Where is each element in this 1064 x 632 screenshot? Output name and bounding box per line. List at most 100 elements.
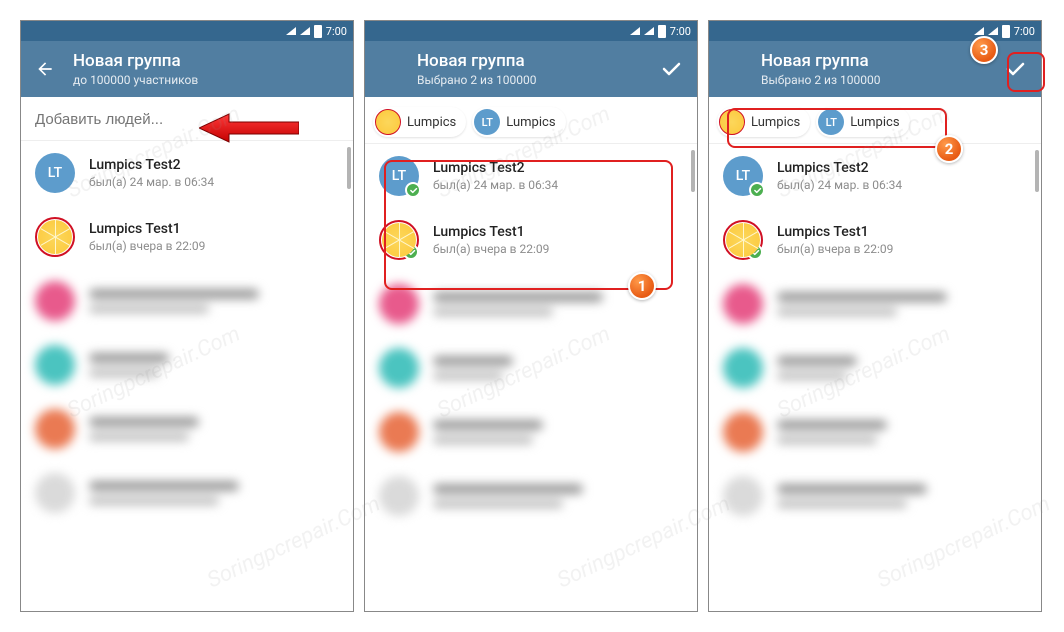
contact-chip[interactable]: Lumpics	[717, 107, 810, 137]
phone-screen: 7:00 Новая группа Выбрано 2 из 100000 Lumpi…	[708, 20, 1042, 612]
contact-item-blurred[interactable]	[365, 400, 697, 464]
header-subtitle: Выбрано 2 из 100000	[417, 73, 659, 87]
contact-name: Lumpics Test1	[89, 221, 339, 237]
avatar-initials: LT	[723, 156, 763, 196]
contact-item[interactable]: LT Lumpics Test2 был(а) 24 мар. в 06:34	[709, 144, 1041, 208]
contact-item-blurred[interactable]	[21, 461, 353, 525]
contact-list[interactable]: LT Lumpics Test2 был(а) 24 мар. в 06:34 Lum…	[709, 144, 1041, 611]
contact-item[interactable]: Lumpics Test1 был(а) вчера в 22:09	[21, 205, 353, 269]
clock: 7:00	[1014, 25, 1035, 38]
step-badge-2: 2	[935, 135, 963, 163]
contact-item[interactable]: LT Lumpics Test2 был(а) 24 мар. в 06:34	[21, 141, 353, 205]
contact-list[interactable]: LT Lumpics Test2 был(а) 24 мар. в 06:34 Lum…	[21, 141, 353, 611]
contact-status: был(а) 24 мар. в 06:34	[89, 175, 339, 189]
contact-list[interactable]: LT Lumpics Test2 был(а) 24 мар. в 06:34 Lum…	[365, 144, 697, 611]
chip-avatar-citrus-icon	[719, 109, 745, 135]
contact-item[interactable]: Lumpics Test1 был(а) вчера в 22:09	[365, 208, 697, 272]
avatar-initials: LT	[379, 156, 419, 196]
chip-label: Lumpics	[506, 115, 555, 130]
step-badge-1: 1	[628, 272, 656, 300]
scrollbar-thumb[interactable]	[1035, 150, 1039, 192]
app-header: Новая группа Выбрано 2 из 100000	[365, 41, 697, 97]
contact-status: был(а) 24 мар. в 06:34	[433, 178, 683, 192]
contact-status: был(а) 24 мар. в 06:34	[777, 178, 1027, 192]
contact-item-blurred[interactable]	[21, 269, 353, 333]
avatar-blurred	[379, 412, 419, 452]
selected-check-icon	[749, 182, 765, 198]
annotation-arrow	[199, 112, 299, 148]
battery-icon	[658, 25, 666, 38]
chip-avatar-initials: LT	[818, 109, 844, 135]
contact-item-blurred[interactable]	[365, 336, 697, 400]
header-title: Новая группа	[73, 51, 339, 71]
confirm-check-icon[interactable]	[659, 57, 683, 81]
contact-chip[interactable]: LT Lumpics	[472, 107, 565, 137]
contact-item-blurred[interactable]	[709, 400, 1041, 464]
phone-screen: 7:00 Новая группа Выбрано 2 из 100000 Lumpi…	[364, 20, 698, 612]
contact-name: Lumpics Test2	[433, 160, 683, 176]
contact-status: был(а) вчера в 22:09	[433, 242, 683, 256]
app-header: Новая группа до 100000 участников	[21, 41, 353, 97]
contact-item[interactable]: LT Lumpics Test2 был(а) 24 мар. в 06:34	[365, 144, 697, 208]
avatar-blurred	[35, 281, 75, 321]
avatar-citrus-icon	[723, 220, 763, 260]
chip-label: Lumpics	[850, 115, 899, 130]
selected-check-icon	[405, 182, 421, 198]
back-arrow-icon[interactable]	[35, 59, 55, 79]
contact-item-blurred[interactable]	[709, 272, 1041, 336]
contact-item-blurred[interactable]	[365, 464, 697, 528]
contact-status: был(а) вчера в 22:09	[777, 242, 1027, 256]
contact-item-blurred[interactable]	[21, 333, 353, 397]
avatar-blurred	[723, 348, 763, 388]
scrollbar-thumb[interactable]	[347, 147, 351, 189]
avatar-blurred	[35, 473, 75, 513]
avatar-initials: LT	[35, 153, 75, 193]
avatar-blurred	[723, 476, 763, 516]
contact-name: Lumpics Test2	[777, 160, 1027, 176]
header-title: Новая группа	[417, 51, 659, 71]
avatar-citrus-icon	[35, 217, 75, 257]
chip-label: Lumpics	[407, 115, 456, 130]
contact-item-blurred[interactable]	[709, 464, 1041, 528]
signal-icon	[988, 27, 998, 35]
header-subtitle: Выбрано 2 из 100000	[761, 73, 1003, 87]
avatar-blurred	[379, 476, 419, 516]
chip-label: Lumpics	[751, 115, 800, 130]
header-subtitle: до 100000 участников	[73, 73, 339, 87]
wifi-icon	[286, 27, 296, 35]
avatar-blurred	[723, 284, 763, 324]
status-bar: 7:00	[365, 21, 697, 41]
contact-chip[interactable]: Lumpics	[373, 107, 466, 137]
selected-chips-row: Lumpics LT Lumpics	[709, 97, 1041, 144]
contact-item-blurred[interactable]	[21, 397, 353, 461]
contact-status: был(а) вчера в 22:09	[89, 239, 339, 253]
step-badge-3: 3	[970, 36, 998, 64]
confirm-check-icon[interactable]	[1003, 57, 1027, 81]
status-bar: 7:00	[21, 21, 353, 41]
search-container	[21, 97, 353, 141]
contact-item[interactable]: Lumpics Test1 был(а) вчера в 22:09	[709, 208, 1041, 272]
avatar-citrus-icon	[379, 220, 419, 260]
header-title: Новая группа	[761, 51, 1003, 71]
avatar-blurred	[379, 348, 419, 388]
battery-icon	[1002, 25, 1010, 38]
avatar-blurred	[35, 409, 75, 449]
avatar-blurred	[35, 345, 75, 385]
contact-name: Lumpics Test1	[777, 224, 1027, 240]
avatar-blurred	[379, 284, 419, 324]
selected-chips-row: Lumpics LT Lumpics	[365, 97, 697, 144]
chip-avatar-initials: LT	[474, 109, 500, 135]
signal-icon	[300, 27, 310, 35]
contact-chip[interactable]: LT Lumpics	[816, 107, 909, 137]
contact-name: Lumpics Test1	[433, 224, 683, 240]
wifi-icon	[974, 27, 984, 35]
chip-avatar-citrus-icon	[375, 109, 401, 135]
scrollbar-thumb[interactable]	[691, 150, 695, 192]
contact-item-blurred[interactable]	[709, 336, 1041, 400]
battery-icon	[314, 25, 322, 38]
contact-name: Lumpics Test2	[89, 157, 339, 173]
avatar-blurred	[723, 412, 763, 452]
wifi-icon	[630, 27, 640, 35]
clock: 7:00	[670, 25, 691, 38]
clock: 7:00	[326, 25, 347, 38]
